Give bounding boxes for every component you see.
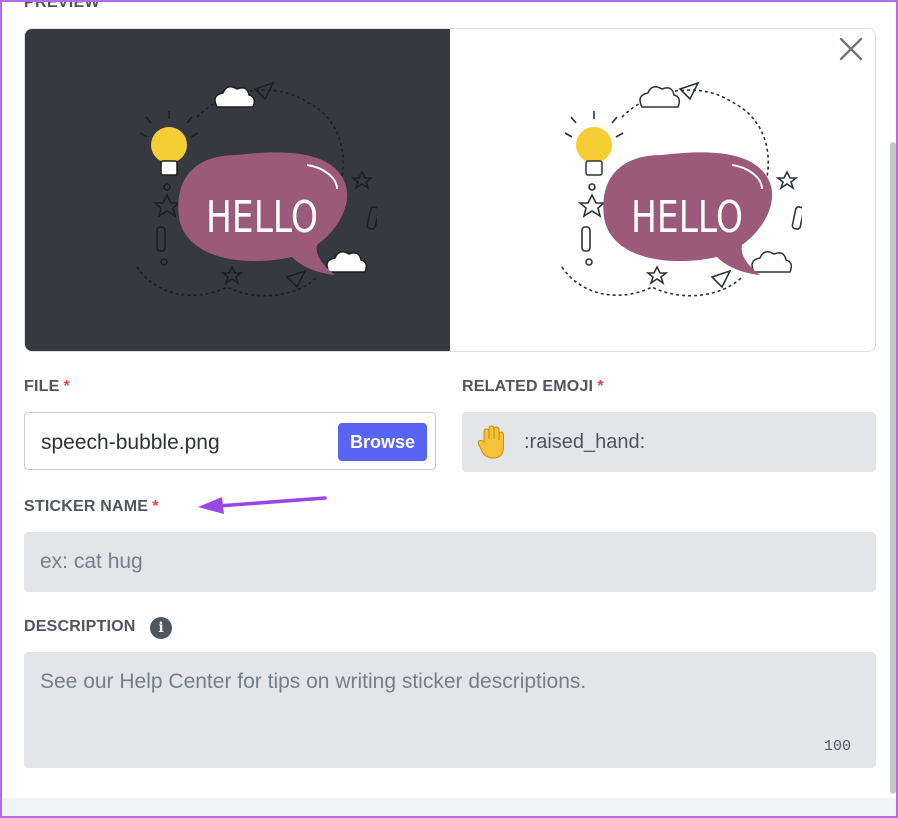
- sticker-text-dark: HELLO: [206, 192, 318, 243]
- preview-heading: PREVIEW: [24, 0, 100, 11]
- scrollbar-thumb[interactable]: [890, 142, 896, 794]
- file-name: speech-bubble.png: [41, 431, 220, 454]
- sticker-image-dark: HELLO: [136, 81, 377, 297]
- info-icon[interactable]: i: [150, 617, 172, 639]
- required-mark: *: [63, 378, 70, 395]
- raised-hand-icon: [477, 425, 504, 459]
- sticker-image-light: HELLO: [561, 81, 802, 297]
- close-icon[interactable]: [836, 34, 866, 64]
- sticker-name-label-text: STICKER NAME: [24, 498, 149, 515]
- sticker-preview: HELLO HELLO: [24, 28, 876, 352]
- file-input[interactable]: speech-bubble.png Browse: [24, 412, 436, 470]
- required-mark: *: [597, 378, 604, 395]
- sticker-name-label: STICKER NAME *: [24, 498, 159, 516]
- related-emoji-label: RELATED EMOJI *: [462, 378, 604, 396]
- sticker-upload-dialog: PREVIEW HELLO HELLO FILE * speech-bubble…: [0, 0, 898, 818]
- light-theme-preview: HELLO: [450, 29, 875, 351]
- dialog-footer: [2, 798, 896, 816]
- related-emoji-field[interactable]: :raised_hand:: [462, 412, 876, 472]
- character-counter: 100: [824, 738, 852, 755]
- sticker-text-light: HELLO: [631, 192, 743, 243]
- dark-theme-preview: HELLO: [25, 29, 450, 351]
- browse-button[interactable]: Browse: [337, 423, 427, 461]
- file-label: FILE *: [24, 378, 70, 396]
- emoji-code: :raised_hand:: [524, 431, 646, 453]
- related-emoji-label-text: RELATED EMOJI: [462, 378, 594, 395]
- annotation-arrow: [198, 496, 327, 514]
- sticker-name-input[interactable]: [24, 532, 876, 592]
- description-input[interactable]: [24, 652, 876, 768]
- required-mark: *: [152, 498, 159, 515]
- file-label-text: FILE: [24, 378, 60, 395]
- description-label: DESCRIPTION: [24, 618, 136, 635]
